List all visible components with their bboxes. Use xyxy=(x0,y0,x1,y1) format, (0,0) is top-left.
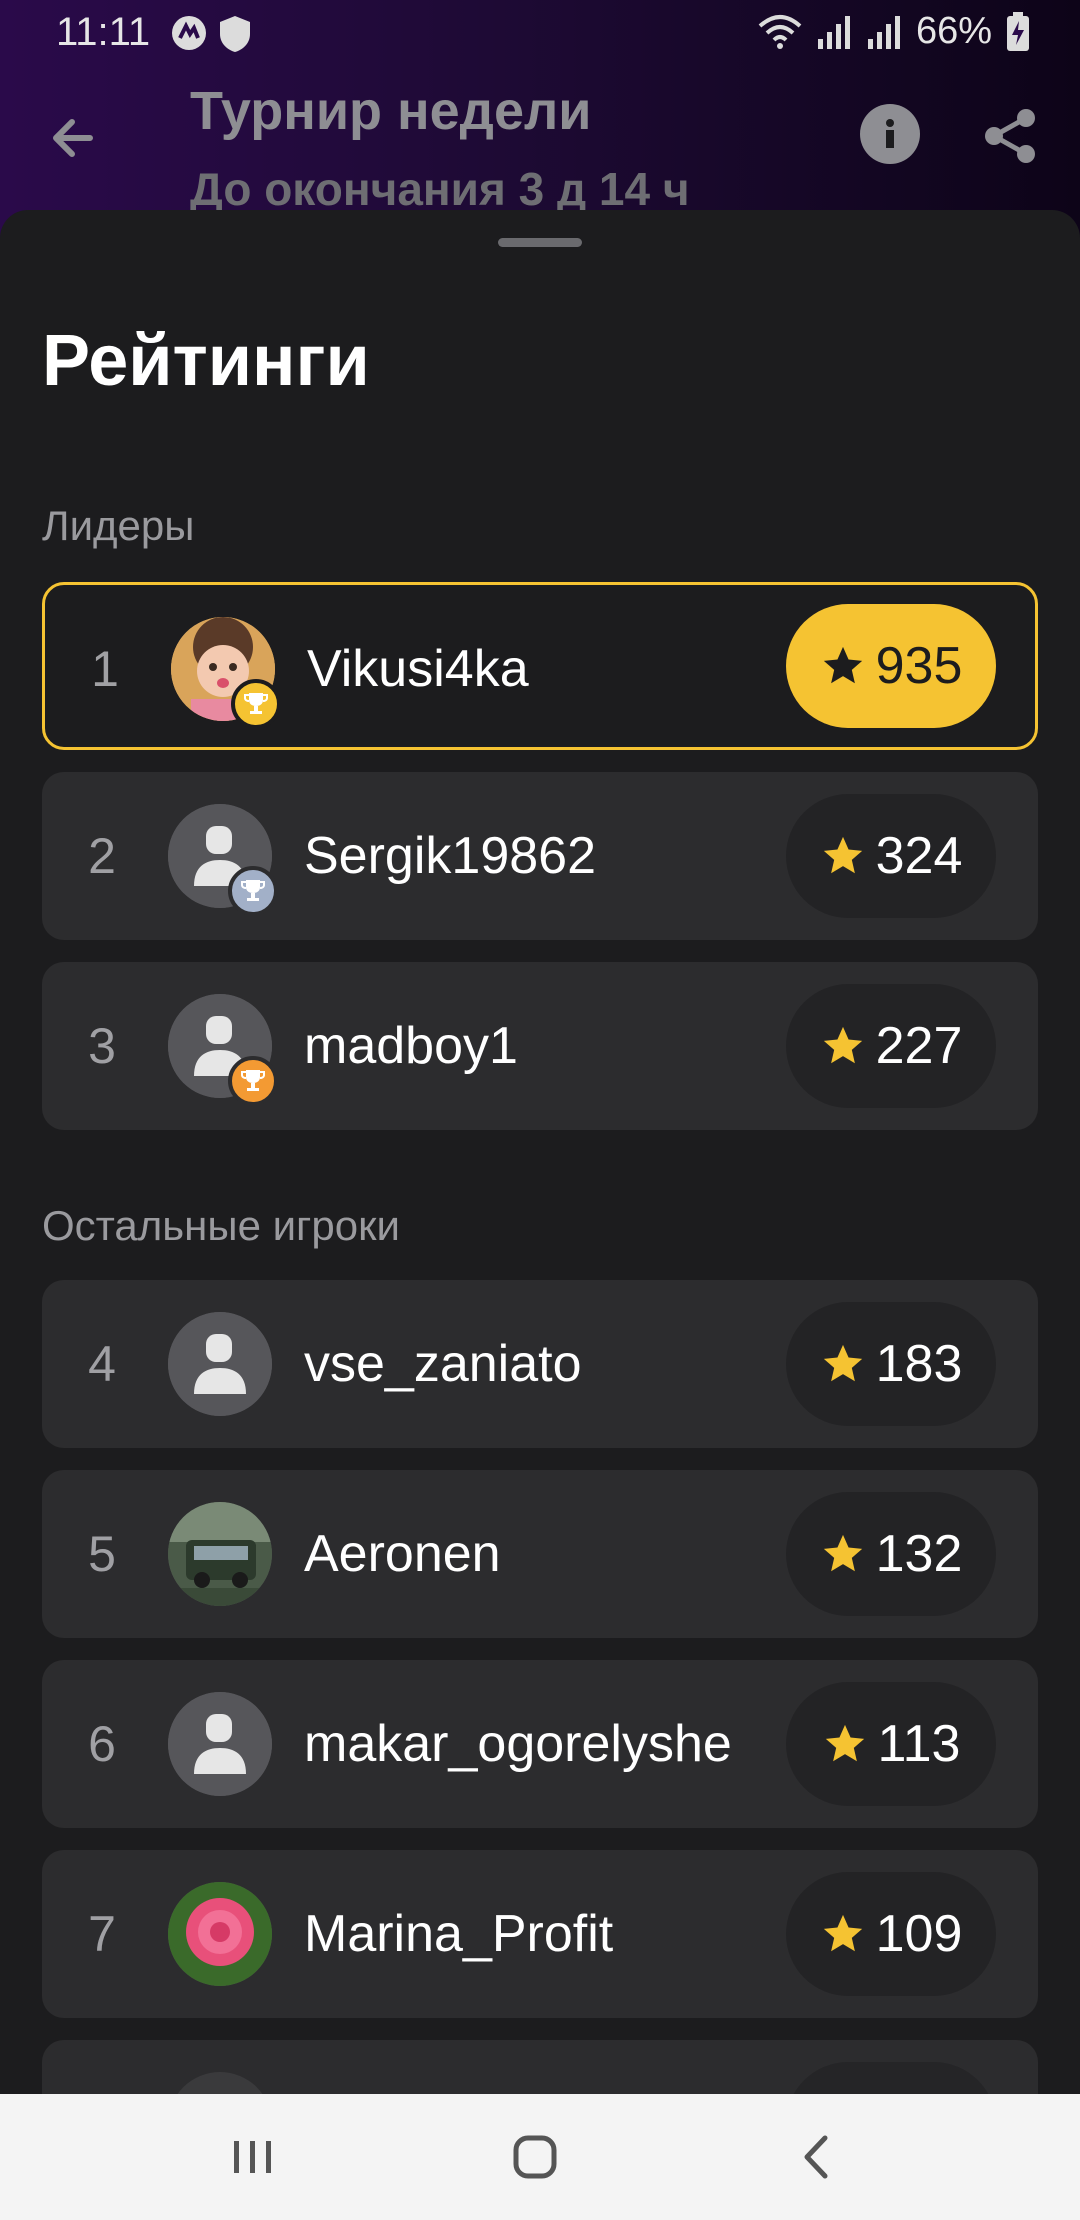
rank: 7 xyxy=(88,1906,116,1962)
battery-percent: 66% xyxy=(915,10,992,52)
score-value: 113 xyxy=(877,1715,961,1773)
player-name: Aeronen xyxy=(304,1525,501,1583)
player-row[interactable]: 6 makar_ogorelyshe 113 xyxy=(42,1660,1038,1828)
score-value: 132 xyxy=(875,1525,963,1583)
bronze-trophy-badge xyxy=(228,1056,278,1106)
score-badge: 113 xyxy=(786,1682,996,1806)
avatar xyxy=(168,2072,272,2095)
gold-trophy-badge xyxy=(231,679,281,729)
trophy-icon xyxy=(244,693,268,714)
score-value: 109 xyxy=(875,1905,963,1963)
share-button[interactable] xyxy=(980,106,1040,166)
others-label: Остальные игроки xyxy=(42,1202,400,1249)
back-nav-button[interactable] xyxy=(782,2124,852,2190)
share-icon xyxy=(985,109,1035,163)
player-row-partial[interactable] xyxy=(42,2040,1038,2095)
rank: 1 xyxy=(91,641,119,697)
player-name: vse_zaniato xyxy=(304,1335,582,1393)
player-name: madboy1 xyxy=(304,1017,518,1075)
silver-trophy-badge xyxy=(228,866,278,916)
app-bar: Турнир недели До окончания 3 д 14 ч xyxy=(0,70,1080,215)
rank: 2 xyxy=(88,828,116,884)
avatar xyxy=(168,1882,272,1986)
home-button[interactable] xyxy=(500,2124,570,2190)
star-icon xyxy=(823,1344,862,1382)
page-title: Турнир недели xyxy=(190,81,592,141)
score-badge: 227 xyxy=(786,984,996,1108)
drag-handle[interactable] xyxy=(498,238,582,247)
score-badge xyxy=(786,2062,996,2095)
recents-icon xyxy=(234,2141,271,2173)
wifi-icon xyxy=(758,14,802,49)
recents-button[interactable] xyxy=(218,2124,288,2190)
shield-icon xyxy=(220,16,250,52)
system-nav-bar xyxy=(0,2094,1080,2220)
player-name: Vikusi4ka xyxy=(307,640,529,698)
score-badge: 109 xyxy=(786,1872,996,1996)
status-time: 11:11 xyxy=(56,10,151,54)
rank: 6 xyxy=(88,1716,116,1772)
leader-row[interactable]: 3 madboy1 227 xyxy=(42,962,1038,1130)
signal-icon-2 xyxy=(867,15,900,49)
leader-row[interactable]: 2 Sergik19862 324 xyxy=(42,772,1038,940)
star-icon xyxy=(823,1534,862,1572)
star-icon xyxy=(823,836,862,874)
home-icon xyxy=(513,2135,557,2179)
score-badge: 132 xyxy=(786,1492,996,1616)
score-badge: 324 xyxy=(786,794,996,918)
info-button[interactable] xyxy=(860,104,920,164)
rank: 3 xyxy=(88,1018,116,1074)
chevron-left-icon xyxy=(804,2135,828,2179)
trophy-icon xyxy=(241,1070,265,1091)
player-name: Marina_Profit xyxy=(304,1905,614,1963)
ratings-sheet: Рейтинги Лидеры 1 Vikusi4ka 935 2 Sergik… xyxy=(0,210,1080,2095)
sheet-title: Рейтинги xyxy=(42,321,370,401)
rank: 4 xyxy=(88,1336,116,1392)
score-badge: 935 xyxy=(786,604,996,728)
back-button[interactable] xyxy=(40,104,108,172)
info-icon xyxy=(886,119,894,148)
leaders-label: Лидеры xyxy=(42,502,195,549)
default-avatar-icon xyxy=(168,1312,272,1416)
rank: 5 xyxy=(88,1526,116,1582)
star-icon xyxy=(825,1724,864,1762)
score-value: 935 xyxy=(875,637,963,695)
page-subtitle: До окончания 3 д 14 ч xyxy=(190,163,690,215)
sync-icon xyxy=(172,16,206,50)
battery-charging-icon xyxy=(1007,11,1029,51)
trophy-icon xyxy=(241,880,265,901)
signal-icon xyxy=(817,15,850,49)
star-icon xyxy=(823,1914,862,1952)
star-icon xyxy=(823,1026,862,1064)
default-avatar-icon xyxy=(168,1692,272,1796)
arrow-left-icon xyxy=(53,119,93,157)
player-row[interactable]: 4 vse_zaniato 183 xyxy=(42,1280,1038,1448)
status-bar: 11:11 66% xyxy=(0,0,1080,68)
score-value: 324 xyxy=(875,827,963,885)
leader-row[interactable]: 1 Vikusi4ka 935 xyxy=(42,582,1038,750)
player-row[interactable]: 5 Aeronen 132 xyxy=(42,1470,1038,1638)
score-badge: 183 xyxy=(786,1302,996,1426)
score-value: 227 xyxy=(875,1017,963,1075)
player-name: Sergik19862 xyxy=(304,827,596,885)
star-icon xyxy=(823,646,862,684)
player-row[interactable]: 7 Marina_Profit 109 xyxy=(42,1850,1038,2018)
avatar xyxy=(168,1502,272,1606)
score-value: 183 xyxy=(875,1335,963,1393)
player-name: makar_ogorelyshe xyxy=(304,1715,732,1773)
